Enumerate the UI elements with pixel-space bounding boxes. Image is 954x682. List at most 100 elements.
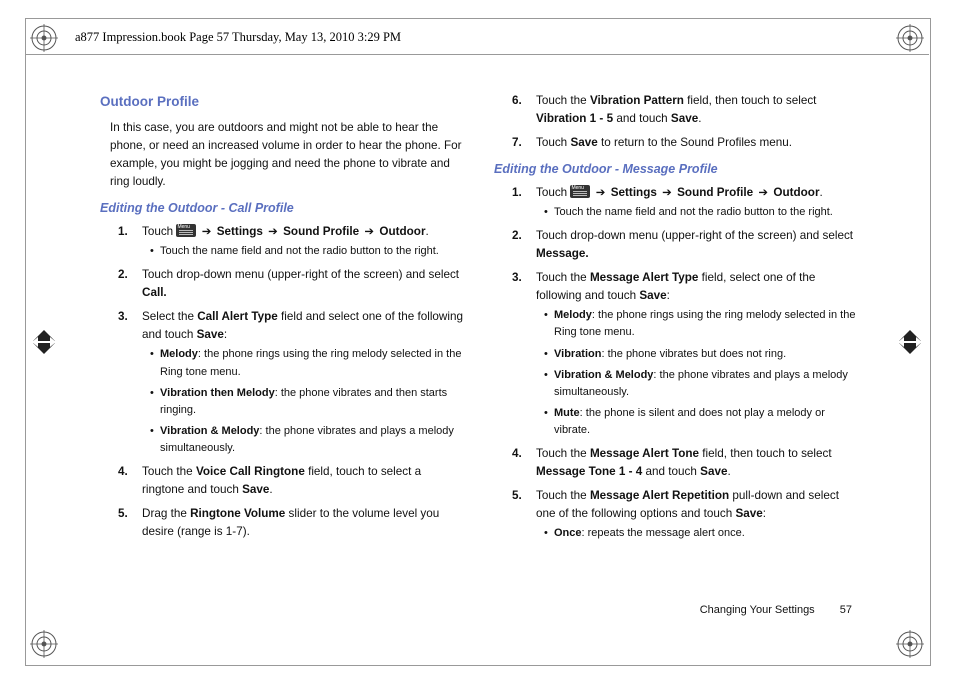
crop-mark-icon	[896, 24, 924, 52]
field-message-alert-tone: Message Alert Tone	[590, 447, 699, 460]
field-call-alert-type: Call Alert Type	[197, 310, 278, 323]
step-6: 6. Touch the Vibration Pattern field, th…	[520, 92, 860, 128]
step-text: Touch the	[536, 271, 590, 284]
save-label: Save	[671, 112, 698, 125]
right-column: 6. Touch the Vibration Pattern field, th…	[494, 92, 860, 612]
field-message-alert-type: Message Alert Type	[590, 271, 698, 284]
step-note: Touch the name field and not the radio b…	[150, 243, 466, 260]
option-melody: Melody: the phone rings using the ring m…	[150, 346, 466, 380]
save-label: Save	[242, 483, 269, 496]
header-rule	[25, 54, 929, 55]
option-vibration-and-melody: Vibration & Melody: the phone vibrates a…	[150, 423, 466, 457]
step-5: 5. Touch the Message Alert Repetition pu…	[520, 487, 860, 542]
side-mark-icon	[30, 328, 58, 356]
option-desc: : the phone vibrates but does not ring.	[601, 348, 786, 360]
side-mark-icon	[896, 328, 924, 356]
save-label: Save	[700, 465, 727, 478]
step-text: Touch the	[142, 465, 196, 478]
option-vibration-and-melody: Vibration & Melody: the phone vibrates a…	[544, 367, 860, 401]
step-text: Touch	[536, 136, 570, 149]
step-1: 1. Touch ➔ Settings ➔ Sound Profile ➔ Ou…	[520, 184, 860, 221]
step-1: 1. Touch ➔ Settings ➔ Sound Profile ➔ Ou…	[126, 223, 466, 260]
crop-mark-icon	[30, 630, 58, 658]
step-text: to return to the Sound Profiles menu.	[598, 136, 792, 149]
arrow-icon: ➔	[268, 223, 278, 241]
option-vibration: Vibration: the phone vibrates but does n…	[544, 346, 860, 363]
page-number: 57	[840, 604, 852, 616]
option-mute: Mute: the phone is silent and does not p…	[544, 405, 860, 439]
nav-outdoor: Outdoor	[773, 186, 819, 199]
crop-mark-icon	[896, 630, 924, 658]
book-header: a877 Impression.book Page 57 Thursday, M…	[75, 30, 401, 45]
left-column: Outdoor Profile In this case, you are ou…	[100, 92, 466, 612]
step-text: Touch drop-down menu (upper-right of the…	[142, 268, 459, 281]
step-text: Touch the	[536, 94, 590, 107]
option-desc: : the phone is silent and does not play …	[554, 407, 825, 436]
arrow-icon: ➔	[202, 223, 212, 241]
step-4: 4. Touch the Message Alert Tone field, t…	[520, 445, 860, 481]
nav-sound-profile: Sound Profile	[283, 225, 359, 238]
step-2: 2. Touch drop-down menu (upper-right of …	[126, 266, 466, 302]
step-text: field, then touch to select	[699, 447, 832, 460]
step-note: Touch the name field and not the radio b…	[544, 204, 860, 221]
field-voice-call-ringtone: Voice Call Ringtone	[196, 465, 305, 478]
step-3: 3. Touch the Message Alert Type field, s…	[520, 269, 860, 439]
save-label: Save	[570, 136, 597, 149]
message-steps: 1. Touch ➔ Settings ➔ Sound Profile ➔ Ou…	[494, 184, 860, 543]
step-2: 2. Touch drop-down menu (upper-right of …	[520, 227, 860, 263]
step-text: field, then touch to select	[684, 94, 817, 107]
menu-icon	[570, 185, 590, 198]
option-label: Mute	[554, 407, 580, 419]
step-text: Drag the	[142, 507, 190, 520]
step-7: 7. Touch Save to return to the Sound Pro…	[520, 134, 860, 152]
subsection-call-title: Editing the Outdoor - Call Profile	[100, 199, 466, 218]
step-text: Touch	[536, 186, 570, 199]
option-label: Vibration & Melody	[554, 369, 653, 381]
option-once: Once: repeats the message alert once.	[544, 525, 860, 542]
field-message-alert-repetition: Message Alert Repetition	[590, 489, 729, 502]
arrow-icon: ➔	[758, 184, 768, 202]
option-label: Vibration & Melody	[160, 425, 259, 437]
message-label: Message.	[536, 247, 589, 260]
subsection-message-title: Editing the Outdoor - Message Profile	[494, 160, 860, 179]
crop-mark-icon	[30, 24, 58, 52]
step-text: and touch	[613, 112, 671, 125]
option-label: Once	[554, 527, 582, 539]
menu-icon	[176, 224, 196, 237]
call-steps: 1. Touch ➔ Settings ➔ Sound Profile ➔ Ou…	[100, 223, 466, 541]
nav-outdoor: Outdoor	[379, 225, 425, 238]
option-label: Melody	[554, 309, 592, 321]
step-text: Touch the	[536, 489, 590, 502]
save-label: Save	[639, 289, 666, 302]
footer-section: Changing Your Settings	[700, 604, 815, 616]
step-4: 4. Touch the Voice Call Ringtone field, …	[126, 463, 466, 499]
arrow-icon: ➔	[596, 184, 606, 202]
option-melody: Melody: the phone rings using the ring m…	[544, 307, 860, 341]
intro-paragraph: In this case, you are outdoors and might…	[110, 119, 466, 192]
option-desc: : the phone rings using the ring melody …	[160, 348, 461, 377]
nav-settings: Settings	[611, 186, 657, 199]
section-title: Outdoor Profile	[100, 92, 466, 113]
save-label: Save	[735, 507, 762, 520]
save-label: Save	[197, 328, 224, 341]
content-area: Outdoor Profile In this case, you are ou…	[100, 92, 860, 612]
nav-sound-profile: Sound Profile	[677, 186, 753, 199]
page-footer: Changing Your Settings 57	[700, 604, 852, 616]
nav-settings: Settings	[217, 225, 263, 238]
message-tone-range: Message Tone 1 - 4	[536, 465, 642, 478]
step-3: 3. Select the Call Alert Type field and …	[126, 308, 466, 457]
field-vibration-pattern: Vibration Pattern	[590, 94, 684, 107]
option-desc: : the phone rings using the ring melody …	[554, 309, 855, 338]
step-text: Touch drop-down menu (upper-right of the…	[536, 229, 853, 242]
step-5: 5. Drag the Ringtone Volume slider to th…	[126, 505, 466, 541]
arrow-icon: ➔	[364, 223, 374, 241]
option-label: Vibration then Melody	[160, 387, 275, 399]
call-label: Call.	[142, 286, 167, 299]
call-steps-continued: 6. Touch the Vibration Pattern field, th…	[494, 92, 860, 152]
arrow-icon: ➔	[662, 184, 672, 202]
field-ringtone-volume: Ringtone Volume	[190, 507, 285, 520]
step-text: Touch the	[536, 447, 590, 460]
option-desc: : repeats the message alert once.	[582, 527, 745, 539]
option-vibration-then-melody: Vibration then Melody: the phone vibrate…	[150, 385, 466, 419]
vibration-range: Vibration 1 - 5	[536, 112, 613, 125]
